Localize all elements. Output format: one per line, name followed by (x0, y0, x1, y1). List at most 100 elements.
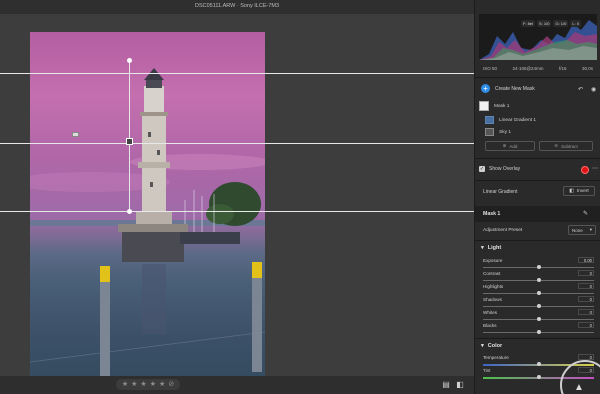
compare-view-icon[interactable]: ◧ (456, 381, 464, 389)
adjustment-preset-select[interactable]: None ▾ (568, 225, 596, 235)
gradient-center-pin[interactable] (126, 138, 133, 145)
checkbox-checked-icon[interactable]: ✓ (479, 166, 485, 172)
gradient-line-top[interactable] (0, 73, 474, 74)
star-icon[interactable]: ★ (140, 381, 146, 388)
show-overlay-toggle[interactable]: ✓ Show Overlay (479, 166, 520, 172)
divider (475, 158, 600, 159)
slider-value[interactable]: 0 (578, 309, 594, 315)
star-icon[interactable]: ★ (131, 381, 137, 388)
slider-label: Temperature (483, 355, 509, 360)
visibility-icon[interactable]: ◉ (591, 87, 596, 93)
create-mask-button[interactable]: + (481, 84, 490, 93)
slider-value[interactable]: 0 (578, 322, 594, 328)
mask-panel-header: Mask 1 ✎ (475, 206, 600, 222)
subtract-button[interactable]: ⊖ Subtract (539, 141, 593, 151)
mask-item[interactable]: Mask 1 (479, 101, 509, 111)
divider (475, 77, 600, 78)
gradient-handle-bottom[interactable] (127, 209, 132, 214)
slider-highlights[interactable]: Highlights 0 (481, 283, 596, 296)
gradient-line-bottom[interactable] (0, 211, 474, 212)
mask-pin-icon[interactable] (72, 132, 79, 137)
chevron-down-icon: ▾ (481, 245, 484, 251)
readout-badge: S: 1/0 (537, 20, 552, 27)
slider-label: Contrast (483, 271, 501, 276)
photo-preview (30, 32, 265, 388)
mask-thumbnail (479, 101, 489, 111)
slider-whites[interactable]: Whites 0 (481, 309, 596, 322)
invert-label: Invert (576, 188, 589, 194)
exif-aperture: f/16 (559, 65, 567, 71)
slider-value[interactable]: 0.00 (578, 257, 594, 263)
edit-panel: F: 8el S: 1/0 G: 1/0 L: 0 ISO 50 24-105@… (474, 0, 600, 394)
add-button[interactable]: ⊕ Add (485, 141, 535, 151)
slider-knob[interactable] (536, 278, 541, 282)
undo-icon[interactable]: ↶ (578, 87, 583, 93)
invert-button[interactable]: ◧ Invert (563, 186, 595, 196)
image-canvas[interactable] (0, 14, 474, 388)
light-title: Light (487, 245, 502, 251)
adjustment-preset-label: Adjustment Preset (483, 228, 523, 233)
slider-knob[interactable] (536, 375, 541, 379)
readout-badge: F: 8el (521, 20, 536, 27)
overlay-color-swatch[interactable] (581, 166, 589, 174)
exif-iso: ISO 50 (483, 65, 498, 71)
slider-blacks[interactable]: Blacks 0 (481, 322, 596, 335)
filmstrip-bar: ★ ★ ★ ★ ★ ⊘ ▤ ◧ (0, 376, 474, 394)
slider-contrast[interactable]: Contrast 0 (481, 270, 596, 283)
rating-stars[interactable]: ★ ★ ★ ★ ★ ⊘ (116, 379, 180, 390)
invert-icon: ◧ (569, 188, 574, 194)
mask-component-item[interactable]: Linear Gradient 1 (485, 115, 536, 125)
subtract-label: Subtract (561, 143, 578, 149)
mask-component-item[interactable]: Sky 1 (485, 127, 511, 137)
star-icon[interactable]: ★ (150, 381, 156, 388)
slider-knob[interactable] (536, 330, 541, 334)
gradient-line-center[interactable] (0, 143, 474, 144)
divider (475, 338, 600, 339)
slider-value[interactable]: 0 (578, 283, 594, 289)
sky-icon (485, 128, 494, 136)
readout-badge: G: 1/0 (553, 20, 569, 27)
mask-panel-title: Mask 1 (483, 211, 501, 217)
create-mask-label[interactable]: Create New Mask (495, 86, 535, 92)
filmstrip-icon[interactable]: ▤ (442, 381, 450, 389)
slider-label: Blacks (483, 323, 497, 328)
reject-icon[interactable]: ⊘ (168, 381, 174, 388)
mask-component-label: Linear Gradient 1 (499, 117, 537, 123)
slider-shadows[interactable]: Shadows 0 (481, 296, 596, 309)
slider-knob[interactable] (536, 265, 541, 269)
slider-value[interactable]: 0 (578, 296, 594, 302)
slider-label: Exposure (483, 258, 503, 263)
gradient-handle-top[interactable] (127, 58, 132, 63)
window-title: DSC05111.ARW · Sony ILCE-7M3 (194, 3, 280, 9)
slider-exposure[interactable]: Exposure 0.00 (481, 257, 596, 270)
star-icon[interactable]: ★ (159, 381, 165, 388)
slider-label: Shadows (483, 297, 502, 302)
slider-label: Highlights (483, 284, 504, 289)
slider-knob[interactable] (536, 291, 541, 295)
gradient-rotation-handle[interactable] (129, 60, 130, 212)
exif-shutter: 30,0s (581, 65, 593, 71)
linear-gradient-label: Linear Gradient (483, 189, 518, 195)
subtract-icon: ⊖ (554, 143, 558, 148)
star-icon[interactable]: ★ (122, 381, 128, 388)
slider-knob[interactable] (536, 317, 541, 321)
mask-label: Mask 1 (494, 103, 510, 109)
add-label: Add (509, 143, 518, 149)
chevron-down-icon: ▾ (481, 343, 484, 349)
lighthouse-scene (30, 68, 265, 380)
slider-label: Whites (483, 310, 498, 315)
slider-value[interactable]: 0 (578, 270, 594, 276)
histogram: F: 8el S: 1/0 G: 1/0 L: 0 (479, 14, 597, 60)
mask-component-label: Sky 1 (499, 129, 511, 135)
pencil-icon[interactable]: ✎ (583, 211, 588, 217)
slider-knob[interactable] (536, 362, 541, 366)
histogram-readout: F: 8el S: 1/0 G: 1/0 L: 0 (521, 20, 582, 27)
title-bar: DSC05111.ARW · Sony ILCE-7M3 (0, 0, 474, 14)
chevron-down-icon: ▾ (589, 227, 592, 232)
light-section-header[interactable]: ▾ Light (481, 245, 501, 251)
color-section-header[interactable]: ▾ Color (481, 343, 502, 349)
slider-label: Tint (483, 368, 491, 373)
slider-knob[interactable] (536, 304, 541, 308)
more-options-icon[interactable]: ⋯ (592, 165, 598, 172)
color-title: Color (487, 343, 503, 349)
